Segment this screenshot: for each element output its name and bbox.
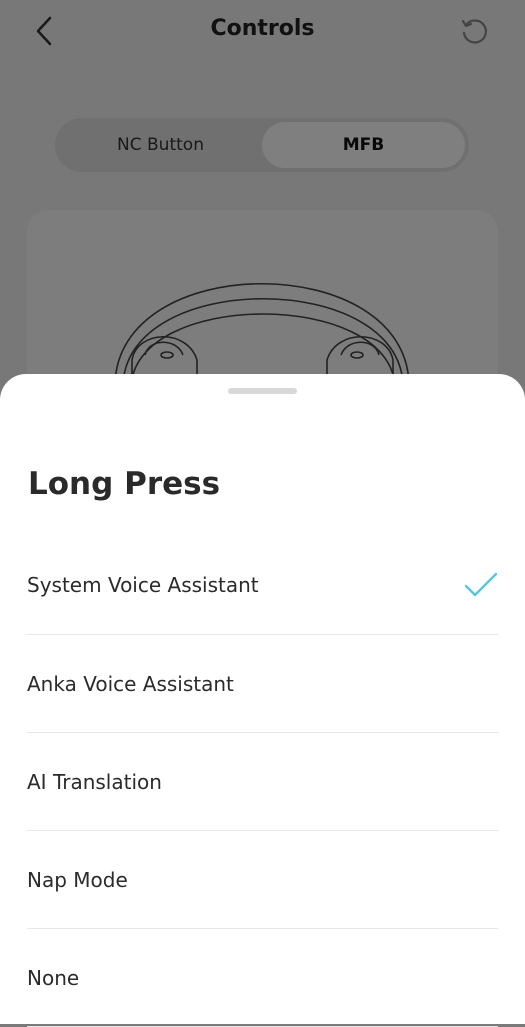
- checkmark-icon: [464, 572, 498, 596]
- option-label: Anka Voice Assistant: [27, 671, 234, 696]
- option-label: AI Translation: [27, 769, 162, 794]
- long-press-bottom-sheet: Long Press System Voice Assistant Anka V…: [0, 374, 525, 1027]
- option-label: Nap Mode: [27, 867, 128, 892]
- option-label: None: [27, 965, 80, 990]
- option-ai-translation[interactable]: AI Translation: [27, 733, 498, 831]
- option-anka-voice-assistant[interactable]: Anka Voice Assistant: [27, 635, 498, 733]
- sheet-drag-handle[interactable]: [228, 388, 297, 394]
- option-label: System Voice Assistant: [27, 572, 259, 597]
- option-system-voice-assistant[interactable]: System Voice Assistant: [27, 535, 498, 635]
- sheet-title: Long Press: [28, 466, 221, 502]
- option-none[interactable]: None: [27, 929, 498, 1027]
- option-nap-mode[interactable]: Nap Mode: [27, 831, 498, 929]
- option-list: System Voice Assistant Anka Voice Assist…: [27, 535, 498, 1027]
